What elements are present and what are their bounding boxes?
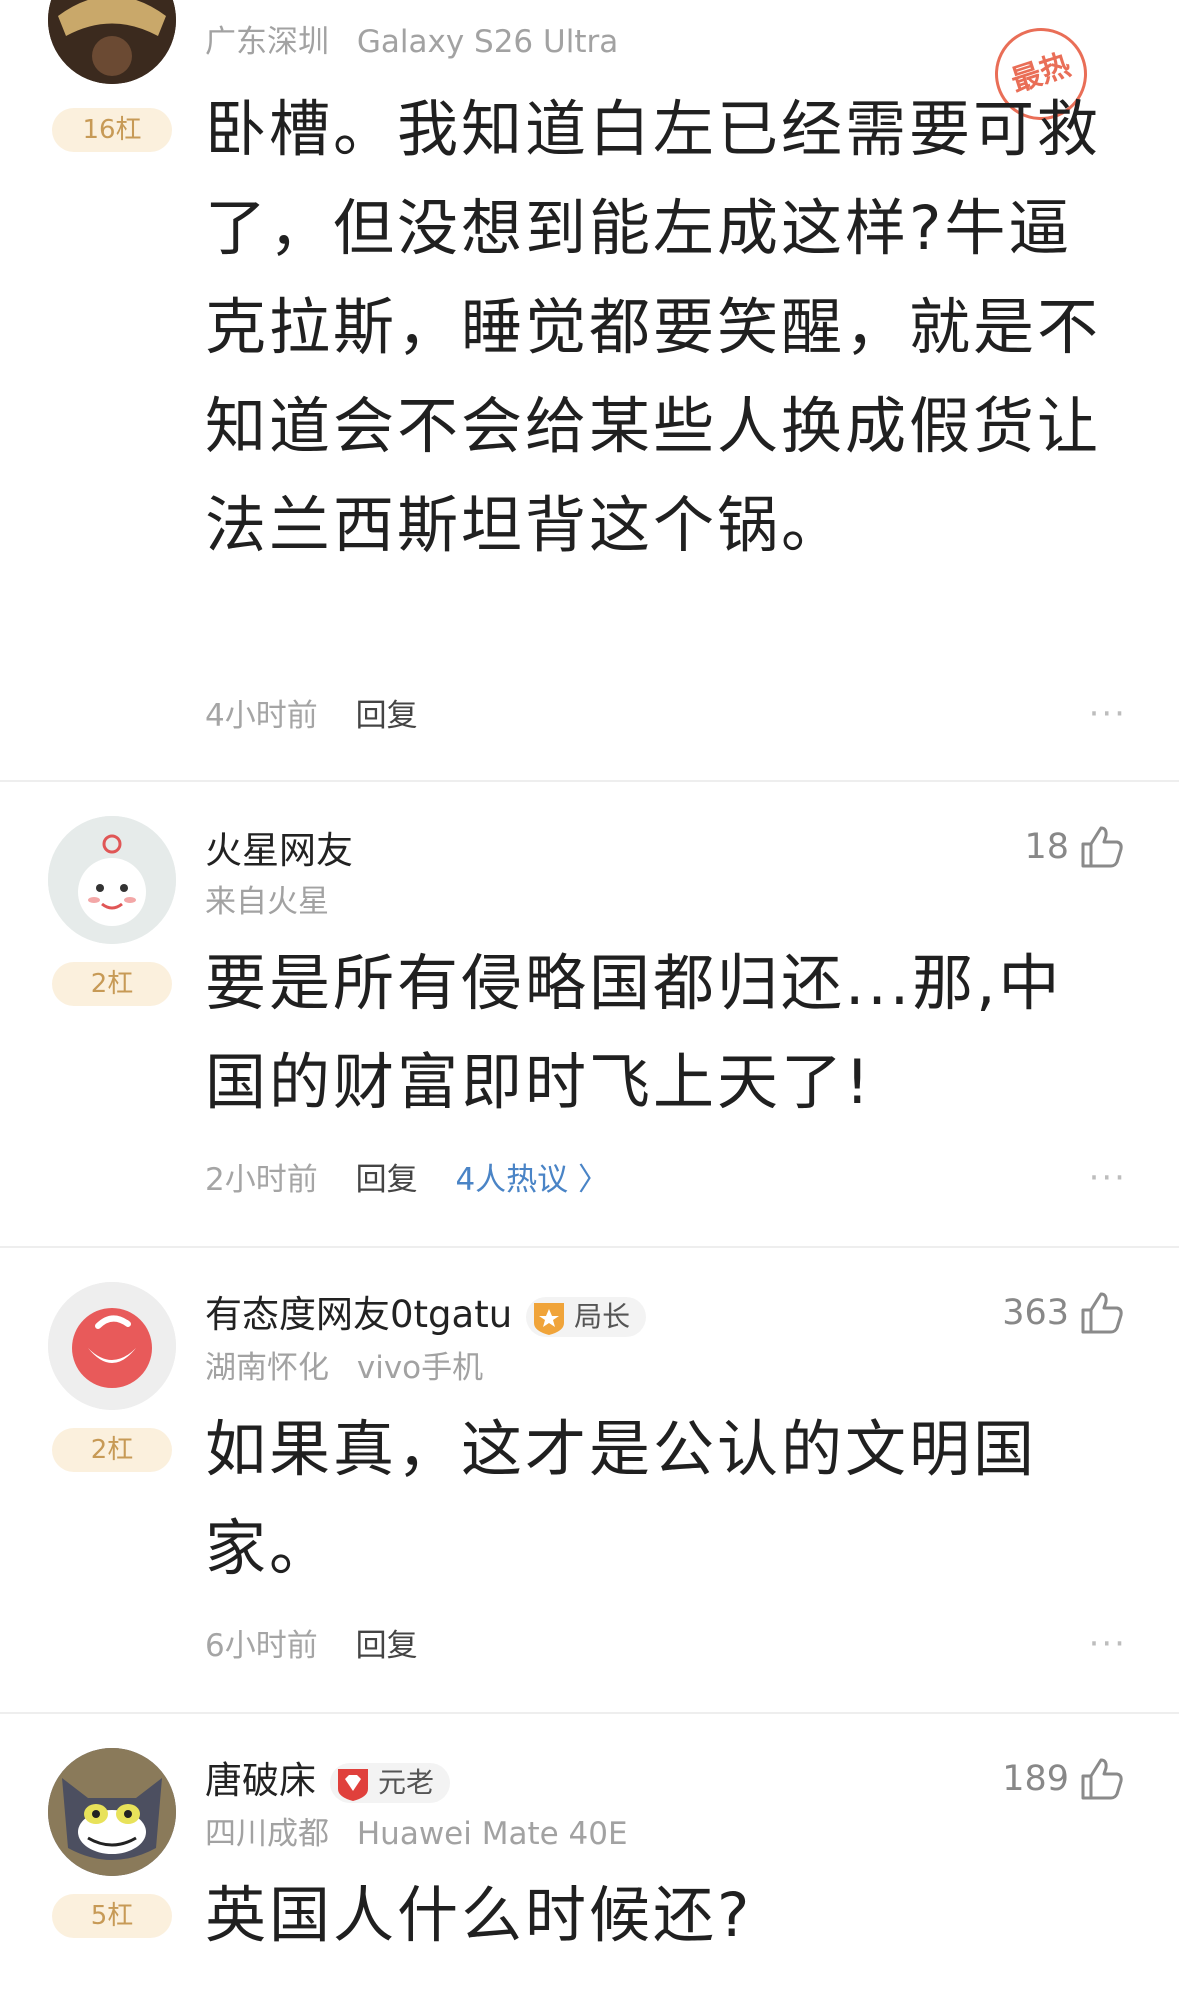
hot-discussion-link[interactable]: 4人热议 〉 bbox=[455, 1162, 609, 1198]
comment-4: 唐破床 元老 四川成都 Huawei Mate 40E 189 5杠 英国人什么时… bbox=[0, 1714, 1179, 1998]
like-count: 18 bbox=[1024, 827, 1069, 867]
like-button[interactable]: 189 bbox=[1002, 1754, 1127, 1804]
user-name[interactable]: 有态度网友0tgatu bbox=[205, 1293, 512, 1336]
comment-time: 6小时前 bbox=[205, 1628, 318, 1664]
thumbs-up-icon bbox=[1081, 826, 1123, 868]
rank-gem-icon bbox=[338, 1768, 368, 1801]
avatar-image bbox=[48, 0, 176, 84]
meta-device: Huawei Mate 40E bbox=[356, 1816, 628, 1852]
comment-footer: 4小时前 回复 bbox=[205, 696, 418, 736]
more-options-button[interactable]: ··· bbox=[1089, 694, 1127, 734]
comment-text: 如果真，这才是公认的文明国家。 bbox=[205, 1414, 1038, 1584]
gang-badge: 5杠 bbox=[52, 1894, 172, 1938]
gang-badge: 2杠 bbox=[52, 1428, 172, 1472]
user-name-row: 唐破床 元老 bbox=[205, 1758, 451, 1804]
comment-3: 有态度网友0tgatu 局长 湖南怀化 vivo手机 363 2杠 如果真，这才是… bbox=[0, 1248, 1179, 1710]
rank-label: 局长 bbox=[574, 1299, 631, 1333]
reply-button[interactable]: 回复 bbox=[356, 698, 418, 734]
comment-meta: 四川成都 Huawei Mate 40E bbox=[205, 1814, 628, 1854]
reply-button[interactable]: 回复 bbox=[356, 1162, 418, 1198]
avatar[interactable] bbox=[48, 1282, 176, 1410]
user-name[interactable]: 唐破床 bbox=[205, 1759, 316, 1802]
like-button[interactable]: 363 bbox=[1002, 1288, 1127, 1338]
meta-location: 来自火星 bbox=[205, 884, 329, 920]
comment-text: 卧槽。我知道白左已经需要可救了，但没想到能左成这样?牛逼克拉斯，睡觉都要笑醒，就… bbox=[205, 94, 1102, 561]
like-count: 363 bbox=[1002, 1293, 1069, 1333]
comment-meta: 广东深圳 Galaxy S26 Ultra bbox=[205, 22, 618, 62]
comment-footer: 2小时前 回复 4人热议 〉 bbox=[205, 1160, 609, 1200]
meta-location: 广东深圳 bbox=[205, 24, 329, 60]
avatar-image bbox=[48, 1282, 176, 1410]
avatar[interactable] bbox=[48, 0, 176, 84]
comment-text: 英国人什么时候还? bbox=[205, 1880, 753, 1951]
meta-location: 四川成都 bbox=[205, 1816, 329, 1852]
rank-badge: 元老 bbox=[330, 1762, 451, 1803]
more-options-button[interactable]: ··· bbox=[1089, 1158, 1127, 1198]
comment-2: 火星网友 来自火星 18 2杠 要是所有侵略国都归还...那,中国的财富即时飞上… bbox=[0, 782, 1179, 1242]
gang-badge: 16杠 bbox=[52, 108, 172, 152]
thumbs-up-icon bbox=[1081, 1292, 1123, 1334]
avatar[interactable] bbox=[48, 1748, 176, 1876]
comment-1: 广东深圳 Galaxy S26 Ultra 最热 16杠 卧槽。我知道白左已经需… bbox=[0, 0, 1179, 778]
meta-location: 湖南怀化 bbox=[205, 1350, 329, 1386]
rank-shield-icon bbox=[534, 1302, 565, 1335]
gang-badge: 2杠 bbox=[52, 962, 172, 1006]
comment-meta: 来自火星 bbox=[205, 882, 329, 922]
like-count: 189 bbox=[1002, 1759, 1069, 1799]
user-name-row: 有态度网友0tgatu 局长 bbox=[205, 1292, 647, 1338]
like-button[interactable]: 18 bbox=[1024, 822, 1127, 872]
meta-device: Galaxy S26 Ultra bbox=[356, 24, 619, 60]
comment-meta: 湖南怀化 vivo手机 bbox=[205, 1348, 483, 1388]
rank-badge: 局长 bbox=[526, 1296, 647, 1337]
meta-device: vivo手机 bbox=[356, 1350, 484, 1386]
avatar[interactable] bbox=[48, 816, 176, 944]
more-options-button[interactable]: ··· bbox=[1089, 1624, 1127, 1664]
reply-button[interactable]: 回复 bbox=[356, 1628, 418, 1664]
avatar-image bbox=[48, 1748, 176, 1876]
comment-time: 4小时前 bbox=[205, 698, 318, 734]
comment-text: 要是所有侵略国都归还...那,中国的财富即时飞上天了! bbox=[205, 948, 1063, 1118]
comment-time: 2小时前 bbox=[205, 1162, 318, 1198]
user-name[interactable]: 火星网友 bbox=[205, 828, 353, 874]
rank-label: 元老 bbox=[378, 1765, 435, 1799]
comment-footer: 6小时前 回复 bbox=[205, 1626, 418, 1666]
avatar-image bbox=[48, 816, 176, 944]
thumbs-up-icon bbox=[1081, 1758, 1123, 1800]
